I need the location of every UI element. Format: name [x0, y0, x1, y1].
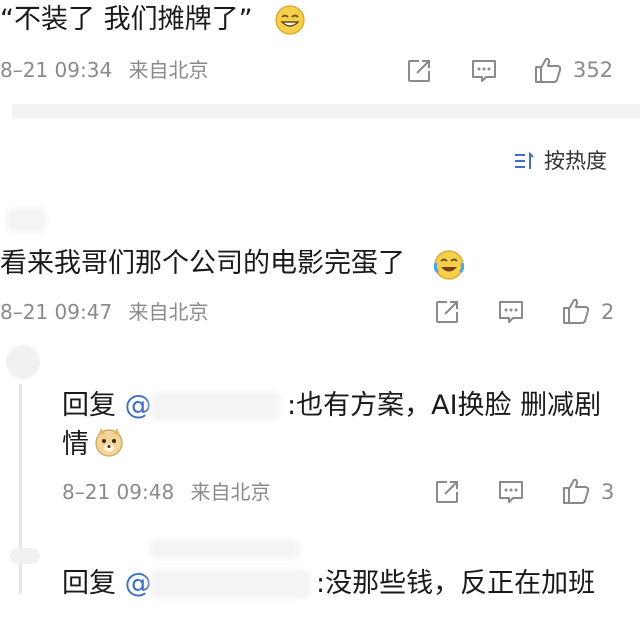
reply-prefix: 回复 [62, 390, 116, 421]
reply-text: 回复 @ [62, 392, 152, 419]
redacted-username [150, 570, 310, 598]
comment-meta: 8–21 09:47 来自北京 [0, 302, 209, 322]
share-icon[interactable] [433, 298, 461, 326]
reply-text-line2: 情 [62, 431, 89, 458]
share-icon[interactable] [405, 57, 433, 85]
comment-time: 8–21 09:47 [0, 300, 113, 324]
reply-text-body: :没那些钱，反正在加班 [316, 570, 595, 597]
sort-toggle[interactable]: 按热度 [512, 146, 607, 176]
reply-text-body: :也有方案，AI换脸 删减剧 [287, 392, 601, 419]
reply-time: 8–21 09:48 [62, 480, 175, 504]
thumbs-up-icon[interactable] [561, 296, 591, 326]
sort-icon [515, 151, 534, 169]
reply-mention[interactable]: @ [125, 568, 152, 599]
thumbs-up-icon[interactable] [561, 476, 591, 506]
thumbs-up-icon[interactable] [533, 55, 563, 85]
reply-prefix: 回复 [62, 568, 116, 599]
reply-text: 回复 @ [62, 570, 152, 597]
reply-meta: 8–21 09:48 来自北京 [62, 482, 271, 502]
avatar[interactable] [10, 548, 40, 564]
section-divider [12, 104, 640, 118]
reply-text-content: :没那些钱，反正在加班 [316, 568, 596, 599]
post-source: 来自北京 [128, 58, 209, 82]
comment-icon[interactable] [497, 298, 525, 326]
share-icon[interactable] [433, 478, 461, 506]
post-time: 8–21 09:34 [0, 58, 113, 82]
reply-text-content-2: 情 [62, 429, 89, 460]
reply-mention[interactable]: @ [125, 390, 152, 421]
grin-emoji-icon [275, 5, 305, 35]
redacted-username [150, 392, 280, 420]
reply-source: 来自北京 [190, 480, 271, 504]
comment-like-count: 2 [601, 300, 615, 324]
redacted-username [150, 540, 300, 558]
sort-label: 按热度 [544, 148, 607, 173]
post-text-content: “不装了 我们摊牌了” [0, 4, 253, 35]
comment-source: 来自北京 [128, 300, 209, 324]
reply-like-count: 3 [601, 480, 615, 504]
reply-text-content: :也有方案，AI换脸 删减剧 [287, 390, 602, 421]
laugh-cry-emoji-icon [433, 250, 465, 280]
doge-emoji-icon [95, 428, 123, 457]
avatar[interactable] [6, 208, 46, 232]
comment-text-content: 看来我哥们那个公司的电影完蛋了 [0, 248, 405, 279]
comment-text: 看来我哥们那个公司的电影完蛋了 [0, 250, 405, 277]
post-like-count: 352 [573, 58, 614, 82]
avatar[interactable] [6, 345, 40, 379]
post-text: “不装了 我们摊牌了” [0, 6, 253, 33]
post-meta: 8–21 09:34 来自北京 [0, 60, 209, 80]
comment-icon[interactable] [470, 57, 498, 85]
comment-icon[interactable] [497, 478, 525, 506]
